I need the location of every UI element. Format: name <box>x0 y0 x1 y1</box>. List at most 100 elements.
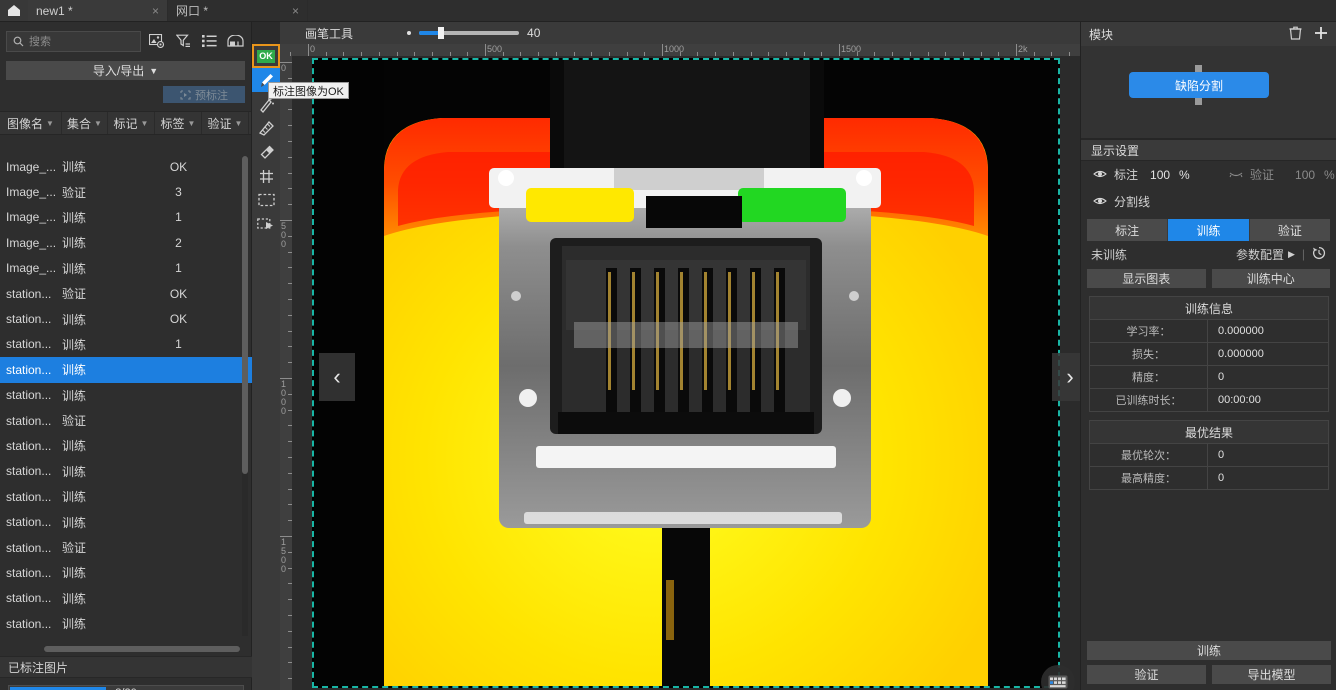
annotation-opacity-value[interactable]: 100 <box>1150 168 1170 182</box>
column-header-tag[interactable]: 标签 ▼ <box>155 112 202 134</box>
previous-image-button[interactable]: ‹ <box>319 353 355 401</box>
search-input[interactable]: 搜索 <box>6 30 141 52</box>
table-row[interactable]: Image_... 验证 3 <box>0 179 252 204</box>
canvas-toolbar: 画笔工具 40 <box>280 22 1080 44</box>
table-row[interactable]: station... 训练 <box>0 433 252 458</box>
brush-tool-label: 画笔工具 <box>305 26 354 41</box>
filter-icon[interactable] <box>173 31 193 51</box>
table-row[interactable]: station... 验证 OK <box>0 281 252 306</box>
column-header-mark[interactable]: 标记 ▼ <box>108 112 155 134</box>
export-model-button[interactable]: 导出模型 <box>1212 665 1331 684</box>
layout-icon[interactable] <box>225 31 245 51</box>
column-header-name[interactable]: 图像名 ▼ <box>0 112 62 134</box>
tab-validate[interactable]: 验证 <box>1249 219 1330 241</box>
module-node-defect-segmentation[interactable]: 缺陷分割 <box>1129 72 1269 98</box>
gradient-ruler-button[interactable] <box>252 116 280 140</box>
eye-icon[interactable] <box>1093 195 1107 209</box>
chevron-down-icon: ▼ <box>140 118 149 128</box>
import-export-label: 导入/导出 <box>92 64 145 78</box>
cell-name: Image_... <box>6 159 57 174</box>
keyboard-shortcuts-button[interactable] <box>1041 665 1075 690</box>
table-row[interactable]: station... 训练 <box>0 383 252 408</box>
node-port-top[interactable] <box>1195 65 1202 72</box>
module-graph-canvas[interactable]: 缺陷分割 <box>1081 46 1336 139</box>
cell-tag: 3 <box>175 185 182 200</box>
table-row[interactable]: station... 训练 1 <box>0 332 252 357</box>
module-panel-header: 模块 <box>1081 22 1336 46</box>
marquee-select-button[interactable] <box>252 188 280 212</box>
table-row[interactable]: station... 验证 <box>0 535 252 560</box>
validation-opacity-value[interactable]: 100 <box>1295 168 1315 182</box>
table-row[interactable]: Image_... 训练 OK <box>0 154 252 179</box>
node-port-bottom[interactable] <box>1195 98 1202 105</box>
row-key: 精度： <box>1089 365 1208 389</box>
table-row[interactable]: Image_... 训练 1 <box>0 256 252 281</box>
display-row-annotation[interactable]: 标注 100 % 验证 100 % <box>1081 161 1336 188</box>
table-row[interactable]: station... 验证 <box>0 408 252 433</box>
table-row: 损失： 0.000000 <box>1089 342 1329 366</box>
training-center-button[interactable]: 训练中心 <box>1211 269 1330 288</box>
plus-icon[interactable] <box>1314 26 1328 43</box>
list-horizontal-scrollbar[interactable] <box>44 646 240 652</box>
button-label: 训练 <box>1196 644 1221 658</box>
image-settings-icon[interactable] <box>147 31 167 51</box>
image-canvas[interactable]: ‹ › <box>292 56 1080 690</box>
list-vertical-scrollbar[interactable] <box>242 156 248 636</box>
import-export-button[interactable]: 导入/导出 ▼ <box>6 61 245 80</box>
params-config-button[interactable]: 参数配置 ▶ <box>1236 246 1295 263</box>
cell-tag: 1 <box>175 337 182 352</box>
row-value: 00:00:00 <box>1207 388 1329 412</box>
table-row: 学习率： 0.000000 <box>1089 319 1329 343</box>
grid-button[interactable] <box>252 164 280 188</box>
eye-off-icon[interactable] <box>1229 168 1243 182</box>
close-icon[interactable]: × <box>142 4 159 18</box>
display-row-validation[interactable]: 验证 100 % <box>1229 166 1335 183</box>
cell-tag: 2 <box>175 235 182 250</box>
show-chart-button[interactable]: 显示图表 <box>1087 269 1206 288</box>
tab-new1[interactable]: new1 * × <box>28 0 168 21</box>
cell-set: 训练 <box>62 464 87 479</box>
trash-icon[interactable] <box>1289 26 1302 43</box>
pre-label-button[interactable]: 预标注 <box>163 86 245 103</box>
mark-ok-button[interactable]: OK <box>252 44 280 68</box>
table-row[interactable]: station... 训练 <box>0 586 252 611</box>
close-icon[interactable]: × <box>282 4 299 18</box>
column-header-verify[interactable]: 验证 ▼ <box>202 112 249 134</box>
tab-label: new1 * <box>36 3 73 18</box>
train-button[interactable]: 训练 <box>1087 641 1331 660</box>
move-region-icon <box>257 217 273 229</box>
button-label: 显示图表 <box>1122 272 1171 286</box>
cell-set: 训练 <box>62 617 87 632</box>
history-icon[interactable] <box>1312 246 1326 263</box>
mark-ok-icon: OK <box>257 49 275 63</box>
table-row[interactable]: station... 训练 <box>0 357 252 383</box>
home-button[interactable] <box>0 0 28 21</box>
validate-button[interactable]: 验证 <box>1087 665 1206 684</box>
brush-size-slider[interactable] <box>419 27 520 39</box>
table-row[interactable]: station... 训练 <box>0 611 252 636</box>
table-row[interactable]: station... 训练 OK <box>0 306 252 331</box>
cell-name: station... <box>6 362 52 377</box>
move-region-button[interactable] <box>252 212 280 236</box>
table-row[interactable]: station... 训练 <box>0 509 252 534</box>
tab-wangkou[interactable]: 网口 * × <box>168 0 308 21</box>
tab-annotate[interactable]: 标注 <box>1087 219 1169 241</box>
slider-knob[interactable] <box>438 27 445 39</box>
next-image-button[interactable]: › <box>1052 353 1080 401</box>
cell-name: Image_... <box>6 210 57 225</box>
table-row[interactable]: station... 训练 <box>0 560 252 585</box>
eye-icon[interactable] <box>1093 168 1107 182</box>
eraser-button[interactable] <box>252 140 280 164</box>
table-row[interactable]: station... 训练 <box>0 484 252 509</box>
image-table-body[interactable]: Image_... 训练 OK Image_... 验证 3 Image_... 训练 1 Ima… <box>0 154 252 646</box>
scrollbar-thumb[interactable] <box>242 156 248 474</box>
scrollbar-thumb[interactable] <box>44 646 240 652</box>
tab-train[interactable]: 训练 <box>1168 219 1250 241</box>
display-row-split-line[interactable]: 分割线 <box>1081 188 1336 215</box>
table-row[interactable]: station... 训练 <box>0 459 252 484</box>
table-row[interactable]: Image_... 训练 2 <box>0 230 252 255</box>
cell-name: station... <box>6 312 52 327</box>
table-row[interactable]: Image_... 训练 1 <box>0 205 252 230</box>
column-header-set[interactable]: 集合 ▼ <box>62 112 108 134</box>
list-view-icon[interactable] <box>199 31 219 51</box>
